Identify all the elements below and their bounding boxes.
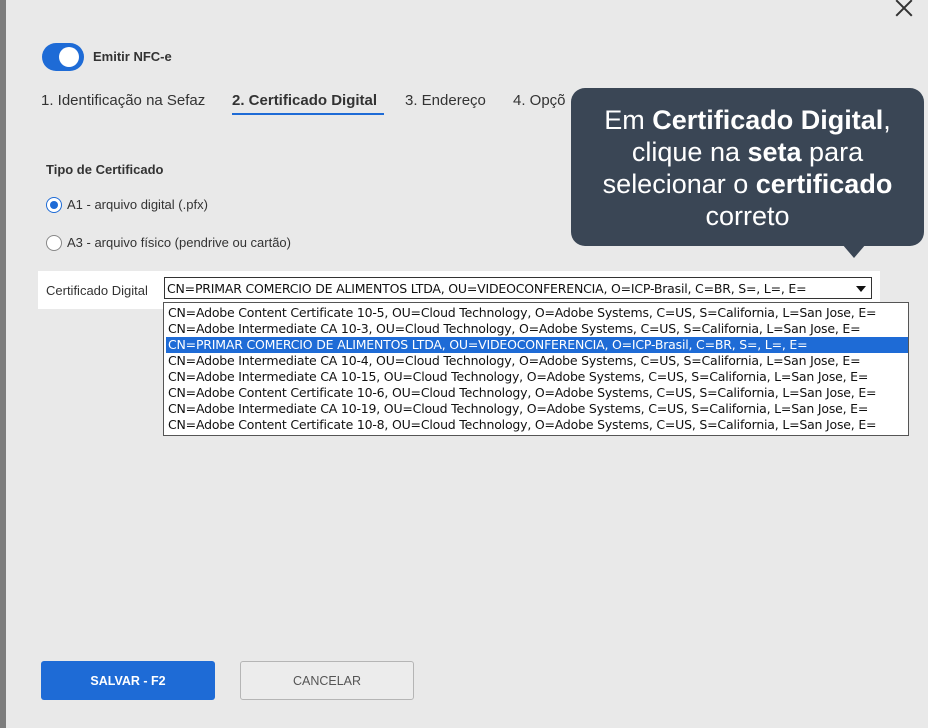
tooltip-pointer — [842, 244, 866, 258]
option-item[interactable]: CN=Adobe Content Certificate 10-5, OU=Cl… — [166, 305, 908, 321]
tooltip-text: para — [801, 137, 864, 167]
option-item[interactable]: CN=Adobe Intermediate CA 10-4, OU=Cloud … — [166, 353, 908, 369]
instruction-tooltip: Em Certificado Digital, clique na seta p… — [571, 88, 924, 246]
option-item[interactable]: CN=Adobe Intermediate CA 10-15, OU=Cloud… — [166, 369, 908, 385]
tooltip-line-3: selecionar o certificado — [571, 168, 924, 200]
option-item[interactable]: CN=Adobe Intermediate CA 10-19, OU=Cloud… — [166, 401, 908, 417]
option-item-selected[interactable]: CN=PRIMAR COMERCIO DE ALIMENTOS LTDA, OU… — [166, 337, 908, 353]
tab-endereco[interactable]: 3. Endereço — [405, 92, 486, 109]
emitir-nfce-toggle[interactable] — [42, 43, 84, 71]
radio-a1-label: A1 - arquivo digital (.pfx) — [67, 197, 208, 212]
select-value: CN=PRIMAR COMERCIO DE ALIMENTOS LTDA, OU… — [167, 281, 807, 296]
tooltip-emphasis: Certificado Digital — [652, 105, 884, 135]
toggle-knob — [59, 47, 79, 67]
tooltip-line-1: Em Certificado Digital, — [571, 104, 924, 136]
tooltip-emphasis: seta — [747, 137, 802, 167]
radio-a3-label: A3 - arquivo físico (pendrive ou cartão) — [67, 235, 291, 250]
tab-certificado-digital[interactable]: 2. Certificado Digital — [232, 92, 377, 109]
tooltip-line-2: clique na seta para — [571, 136, 924, 168]
certificado-options-list: CN=Adobe Content Certificate 10-5, OU=Cl… — [163, 302, 909, 436]
certificado-digital-select[interactable]: CN=PRIMAR COMERCIO DE ALIMENTOS LTDA, OU… — [164, 277, 872, 299]
tab-opcoes[interactable]: 4. Opçõ — [513, 92, 566, 109]
option-item[interactable]: CN=Adobe Intermediate CA 10-3, OU=Cloud … — [166, 321, 908, 337]
option-item[interactable]: CN=Adobe Content Certificate 10-8, OU=Cl… — [166, 417, 908, 433]
cancel-button[interactable]: CANCELAR — [240, 661, 414, 700]
tab-identificacao[interactable]: 1. Identificação na Sefaz — [41, 92, 205, 109]
tooltip-emphasis: certificado — [755, 169, 893, 199]
tooltip-line-4: correto — [705, 201, 790, 231]
tooltip-text: selecionar o — [602, 169, 756, 199]
certificado-digital-label: Certificado Digital — [46, 283, 148, 298]
save-button[interactable]: SALVAR - F2 — [41, 661, 215, 700]
tooltip-text: Em — [604, 105, 653, 135]
radio-a3[interactable] — [46, 235, 62, 251]
close-icon[interactable] — [890, 0, 918, 21]
active-tab-indicator — [232, 113, 384, 115]
tipo-certificado-title: Tipo de Certificado — [46, 162, 164, 177]
tooltip-text: clique na — [631, 137, 748, 167]
emitir-nfce-label: Emitir NFC-e — [93, 49, 172, 64]
tooltip-text: , — [883, 105, 891, 135]
option-item[interactable]: CN=Adobe Content Certificate 10-6, OU=Cl… — [166, 385, 908, 401]
radio-a1[interactable] — [46, 197, 62, 213]
dropdown-arrow-icon[interactable] — [856, 286, 866, 292]
